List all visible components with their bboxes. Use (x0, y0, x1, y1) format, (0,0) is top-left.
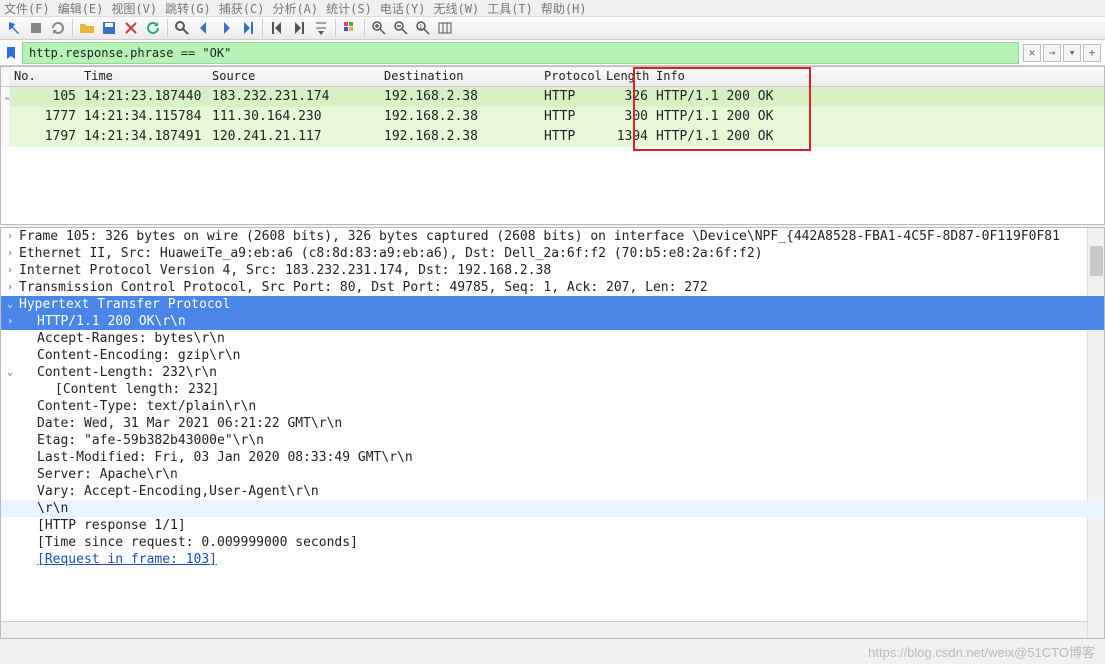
stop-capture-icon[interactable] (26, 18, 46, 38)
zoom-in-icon[interactable] (369, 18, 389, 38)
resize-cols-icon[interactable] (435, 18, 455, 38)
col-source[interactable]: Source (208, 67, 380, 86)
menu-analyze[interactable]: 分析(A) (272, 0, 318, 17)
detail-line[interactable]: Accept-Ranges: bytes\r\n (1, 330, 1104, 347)
svg-text:1: 1 (419, 24, 423, 31)
reload-icon[interactable] (143, 18, 163, 38)
col-dest[interactable]: Destination (380, 67, 540, 86)
packet-list-header: No. Time Source Destination Protocol Len… (1, 67, 1104, 87)
menu-capture[interactable]: 捕获(C) (219, 0, 265, 17)
col-info[interactable]: Info (652, 67, 1104, 86)
zoom-reset-icon[interactable]: 1 (413, 18, 433, 38)
apply-filter-button[interactable]: → (1043, 44, 1061, 62)
prev-icon[interactable] (194, 18, 214, 38)
packet-row[interactable]: 1797 14:21:34.187491 120.241.21.117 192.… (1, 127, 1104, 147)
colorize-icon[interactable] (340, 18, 360, 38)
packet-list[interactable]: No. Time Source Destination Protocol Len… (0, 66, 1105, 225)
last-icon[interactable] (289, 18, 309, 38)
detail-line[interactable]: [Content length: 232] (1, 381, 1104, 398)
zoom-out-icon[interactable] (391, 18, 411, 38)
find-icon[interactable] (172, 18, 192, 38)
save-file-icon[interactable] (99, 18, 119, 38)
detail-line[interactable]: \r\n (1, 500, 1104, 517)
next-icon[interactable] (216, 18, 236, 38)
menu-tools[interactable]: 工具(T) (487, 0, 533, 17)
detail-line[interactable]: Etag: "afe-59b382b43000e"\r\n (1, 432, 1104, 449)
packet-row[interactable]: 1777 14:21:34.115784 111.30.164.230 192.… (1, 107, 1104, 127)
col-no[interactable]: No. (10, 67, 80, 86)
detail-content-length[interactable]: ⌄Content-Length: 232\r\n (1, 364, 1104, 381)
first-icon[interactable] (267, 18, 287, 38)
open-file-icon[interactable] (77, 18, 97, 38)
detail-line[interactable]: Last-Modified: Fri, 03 Jan 2020 08:33:49… (1, 449, 1104, 466)
packet-details[interactable]: ›Frame 105: 326 bytes on wire (2608 bits… (0, 227, 1105, 639)
add-filter-button[interactable]: + (1083, 44, 1101, 62)
menu-edit[interactable]: 编辑(E) (58, 0, 104, 17)
bookmark-icon[interactable] (4, 46, 18, 60)
filter-dropdown-button[interactable]: ▾ (1063, 44, 1081, 62)
detail-request-link[interactable]: [Request in frame: 103] (1, 551, 1104, 568)
start-capture-icon[interactable] (4, 18, 24, 38)
autoscroll-icon[interactable] (311, 18, 331, 38)
detail-http-status[interactable]: ›HTTP/1.1 200 OK\r\n (1, 313, 1104, 330)
detail-line[interactable]: Date: Wed, 31 Mar 2021 06:21:22 GMT\r\n (1, 415, 1104, 432)
menu-view[interactable]: 视图(V) (111, 0, 157, 17)
detail-line[interactable]: Content-Encoding: gzip\r\n (1, 347, 1104, 364)
menu-wireless[interactable]: 无线(W) (434, 0, 480, 17)
menu-file[interactable]: 文件(F) (4, 0, 50, 17)
detail-line[interactable]: [HTTP response 1/1] (1, 517, 1104, 534)
detail-line[interactable]: Content-Type: text/plain\r\n (1, 398, 1104, 415)
detail-http[interactable]: ⌄Hypertext Transfer Protocol (1, 296, 1104, 313)
menu-stats[interactable]: 统计(S) (326, 0, 372, 17)
packet-row[interactable]: ↔ 105 14:21:23.187440 183.232.231.174 19… (1, 87, 1104, 107)
detail-line[interactable]: Vary: Accept-Encoding,User-Agent\r\n (1, 483, 1104, 500)
menu-bar: 文件(F) 编辑(E) 视图(V) 跳转(G) 捕获(C) 分析(A) 统计(S… (0, 0, 1105, 16)
detail-line[interactable]: [Time since request: 0.009999000 seconds… (1, 534, 1104, 551)
filter-bar: ✕ → ▾ + (0, 40, 1105, 66)
detail-frame[interactable]: ›Frame 105: 326 bytes on wire (2608 bits… (1, 228, 1104, 245)
col-time[interactable]: Time (80, 67, 208, 86)
restart-capture-icon[interactable] (48, 18, 68, 38)
display-filter-input[interactable] (22, 42, 1019, 64)
detail-line[interactable]: Server: Apache\r\n (1, 466, 1104, 483)
detail-ip[interactable]: ›Internet Protocol Version 4, Src: 183.2… (1, 262, 1104, 279)
col-proto[interactable]: Protocol (540, 67, 602, 86)
menu-help[interactable]: 帮助(H) (541, 0, 587, 17)
menu-telephony[interactable]: 电话(Y) (380, 0, 426, 17)
detail-tcp[interactable]: ›Transmission Control Protocol, Src Port… (1, 279, 1104, 296)
toolbar: 1 (0, 16, 1105, 40)
watermark: https://blog.csdn.net/weix@51CTO博客 (868, 642, 1095, 661)
menu-go[interactable]: 跳转(G) (165, 0, 211, 17)
col-len[interactable]: Length (602, 67, 652, 86)
jump-icon[interactable] (238, 18, 258, 38)
close-file-icon[interactable] (121, 18, 141, 38)
clear-filter-button[interactable]: ✕ (1023, 44, 1041, 62)
horizontal-scrollbar[interactable] (1, 621, 1087, 638)
detail-ethernet[interactable]: ›Ethernet II, Src: HuaweiTe_a9:eb:a6 (c8… (1, 245, 1104, 262)
